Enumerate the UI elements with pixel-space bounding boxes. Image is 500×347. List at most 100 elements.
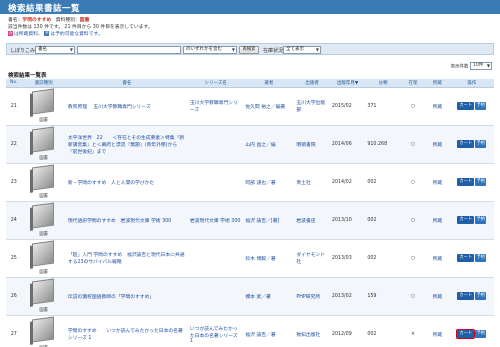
book-cover-icon[interactable]: 図書 <box>29 126 59 161</box>
row-holdings-link[interactable]: 所蔵 <box>425 315 450 347</box>
add-to-cart-button[interactable]: カート <box>457 140 475 148</box>
row-thumbnail[interactable]: 図書 <box>21 125 66 164</box>
col-publisher[interactable]: 出版者 <box>294 79 330 88</box>
row-publisher-link[interactable]: 致知出版社 <box>294 315 330 347</box>
reserve-button[interactable]: 予約 <box>475 178 487 186</box>
row-date: 2013/02 <box>329 277 366 316</box>
book-cover-icon[interactable]: 図書 <box>29 278 59 313</box>
row-thumbnail[interactable]: 図書 <box>21 277 66 316</box>
book-cover-icon[interactable]: 図書 <box>29 88 59 123</box>
row-holdings-link[interactable]: 所蔵 <box>425 163 450 202</box>
book-cover-icon[interactable]: 図書 <box>29 240 59 275</box>
row-series-link[interactable] <box>187 125 244 164</box>
row-thumbnail[interactable]: 図書 <box>21 87 66 126</box>
add-to-cart-button[interactable]: カート <box>457 254 475 262</box>
row-type: 図書 <box>39 118 48 123</box>
row-title-link[interactable]: 新・学問のすすめ 人と人間の学びかた <box>65 163 188 202</box>
add-to-cart-button[interactable]: カート <box>457 102 475 110</box>
row-thumbnail[interactable]: 図書 <box>21 163 66 202</box>
row-shelf-status: ○ <box>400 201 426 240</box>
reserve-button[interactable]: 予約 <box>475 292 487 300</box>
row-holdings-link[interactable]: 所蔵 <box>425 87 450 126</box>
reserve-button[interactable]: 予約 <box>475 102 487 110</box>
col-author[interactable]: 著者 <box>243 79 295 88</box>
chevron-down-icon: ▼ <box>315 46 319 52</box>
row-holdings-link[interactable]: 所蔵 <box>425 239 450 278</box>
row-title-link[interactable]: 「超」入門 学問のすすめ 福沢諭吉と現代日本に共通する23のサバイバル戦略 <box>65 239 188 278</box>
reserve-button[interactable]: 予約 <box>475 140 487 148</box>
col-no[interactable]: No. <box>6 79 22 88</box>
row-title-link[interactable]: 学問のすすめ いつか読んでみたかった日本の名著シリーズ 1 <box>65 315 188 347</box>
row-publisher-link[interactable]: 青土社 <box>294 163 330 202</box>
reserve-button[interactable]: 予約 <box>475 330 487 338</box>
book-cover-icon[interactable]: 図書 <box>29 202 59 237</box>
status-select[interactable]: 全て表示 ▼ <box>283 45 321 54</box>
refine-match-select[interactable]: のいずれかを含む ▼ <box>183 45 237 54</box>
row-thumbnail[interactable]: 図書 <box>21 239 66 278</box>
add-to-cart-button[interactable]: カート <box>457 216 475 224</box>
row-number: 26 <box>6 277 22 316</box>
row-author-link[interactable]: 福沢 諭吉／[著] <box>243 201 295 240</box>
row-shelf-status: ○ <box>400 163 426 202</box>
row-title-link[interactable]: 太平洋世界 22 ＜存在とその生成要素＞特集『新新講習集』と＜幕府と漂流『無題』… <box>65 125 188 164</box>
row-title-link[interactable]: 教育原理 玉川大学教職専門シリーズ <box>65 87 188 126</box>
col-holdings[interactable]: 所蔵 <box>425 79 450 88</box>
reserve-button[interactable]: 予約 <box>475 254 487 262</box>
refine-keyword-input[interactable] <box>77 45 181 54</box>
col-title[interactable]: 書名 <box>65 79 188 88</box>
row-date: 2013/03 <box>329 239 366 278</box>
row-date: 2015/02 <box>329 87 366 126</box>
row-holdings-link[interactable]: 所蔵 <box>425 201 450 240</box>
col-date[interactable]: 出版年月▼ <box>329 79 366 88</box>
add-to-cart-button[interactable]: カート <box>457 178 475 186</box>
row-author-link[interactable]: 佐久間 裕之／編著 <box>243 87 295 126</box>
add-to-cart-button[interactable]: カート <box>456 329 476 339</box>
refine-match-value: のいずれかを含む <box>186 46 222 52</box>
row-thumbnail[interactable]: 図書 <box>21 201 66 240</box>
row-class: 002 <box>365 163 401 202</box>
row-series-link[interactable]: 玉川大学教職専門シリーズ <box>187 87 244 126</box>
row-author-link[interactable]: 鈴木 博毅／著 <box>243 239 295 278</box>
row-series-link[interactable] <box>187 239 244 278</box>
row-author-link[interactable]: 福沢 諭吉／著 <box>243 315 295 347</box>
row-title-link[interactable]: 現代語訳学問のすすめ 岩波現代文庫 学術 300 <box>65 201 188 240</box>
row-title-link[interactable]: 伝説の灘校国語教師の「学問のすすめ」 <box>65 277 188 316</box>
col-shelf[interactable]: 在架 <box>400 79 426 88</box>
list-title: 検索結果一覧表 <box>8 73 47 79</box>
row-type: 図書 <box>39 270 48 275</box>
table-row: 25 図書 「超」入門 学問のすすめ 福沢諭吉と現代日本に共通する23のサバイバル戦… <box>6 239 494 278</box>
research-button[interactable]: 再検索 <box>239 45 259 54</box>
row-publisher-link[interactable]: 岩波書店 <box>294 201 330 240</box>
col-type[interactable]: 書誌種別 <box>21 79 66 88</box>
row-class: 910.268 <box>365 125 401 164</box>
row-publisher-link[interactable]: 明徳書院 <box>294 125 330 164</box>
row-publisher-link[interactable]: ダイヤモンド社 <box>294 239 330 278</box>
row-holdings-link[interactable]: 所蔵 <box>425 125 450 164</box>
reserve-button[interactable]: 予約 <box>475 216 487 224</box>
row-series-link[interactable]: 岩波現代文庫 学術 300 <box>187 201 244 240</box>
row-series-link[interactable] <box>187 277 244 316</box>
table-row: 27図書学問のすすめ いつか読んでみたかった日本の名著シリーズ 1いつか読んでみ… <box>6 315 494 347</box>
row-thumbnail[interactable]: 図書 <box>21 315 66 347</box>
status-label: 在庫状況 <box>263 47 284 54</box>
col-class[interactable]: 分類 <box>365 79 401 88</box>
book-icon <box>31 164 54 191</box>
col-series[interactable]: シリーズ名 <box>187 79 244 88</box>
row-holdings-link[interactable]: 所蔵 <box>425 277 450 316</box>
row-class: 159 <box>365 277 401 316</box>
book-icon <box>31 126 54 153</box>
row-author-link[interactable]: 阿部 謹也／著 <box>243 163 295 202</box>
add-to-cart-button[interactable]: カート <box>457 292 475 300</box>
refine-field-select[interactable]: 書名 ▼ <box>35 45 75 54</box>
display-count-select[interactable]: 10件 ▼ <box>470 62 492 70</box>
row-series-link[interactable]: いつか読んでみたかった日本の名著シリーズ 1 <box>187 315 244 347</box>
row-author-link[interactable]: 山内 昌之／編 <box>243 125 295 164</box>
row-shelf-status: ○ <box>400 125 426 164</box>
row-publisher-link[interactable]: PHP研究所 <box>294 277 330 316</box>
book-cover-icon[interactable]: 図書 <box>29 164 59 199</box>
row-author-link[interactable]: 橋本 武／著 <box>243 277 295 316</box>
row-series-link[interactable] <box>187 163 244 202</box>
display-count-label: 表示件数 <box>450 64 469 70</box>
row-publisher-link[interactable]: 玉川大学出版部 <box>294 87 330 126</box>
book-cover-icon[interactable]: 図書 <box>29 316 59 347</box>
